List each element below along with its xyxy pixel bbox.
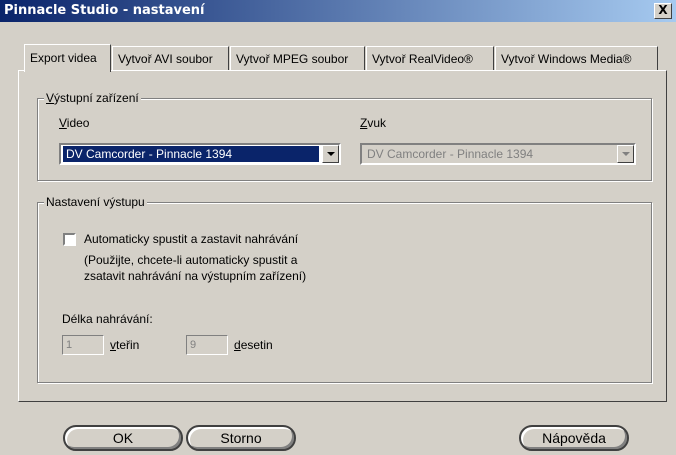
record-length-label: Délka nahrávání: (62, 312, 153, 326)
tab-vytvor-avi[interactable]: Vytvoř AVI soubor (112, 46, 229, 70)
window-title: Pinnacle Studio - nastavení (4, 3, 205, 18)
auto-record-hint-line2: zsatavit nahrávání na výstupním zařízení… (84, 269, 307, 283)
output-settings-legend: Nastavení výstupu (44, 195, 147, 209)
auto-record-hint-line1: (Použijte, chcete-li automaticky spustit… (84, 253, 298, 267)
tab-label: Vytvoř RealVideo® (372, 52, 473, 66)
output-device-legend: Výstupní zařízení (44, 91, 141, 105)
seconds-input[interactable]: 1 (62, 335, 104, 355)
audio-device-value: DV Camcorder - Pinnacle 1394 (367, 147, 534, 161)
tab-vytvor-mpeg[interactable]: Vytvoř MPEG soubor (230, 46, 365, 70)
settings-dialog: Pinnacle Studio - nastavení X Export vid… (0, 0, 676, 455)
audio-label: Zvuk (360, 116, 387, 130)
seconds-label: vteřin (110, 338, 140, 352)
tab-vytvor-realvideo[interactable]: Vytvoř RealVideo® (366, 46, 494, 70)
tab-panel-export-videa: Výstupní zařízení Video DV Camcorder - P… (18, 70, 667, 402)
tab-label: Vytvoř MPEG soubor (236, 52, 349, 66)
output-settings-group: Nastavení výstupu Automaticky spustit a … (37, 195, 652, 383)
tab-vytvor-windows-media[interactable]: Vytvoř Windows Media® (495, 46, 658, 70)
tenths-input[interactable]: 9 (186, 335, 228, 355)
tab-label: Export videa (30, 51, 97, 65)
close-button[interactable]: X (654, 3, 672, 19)
video-device-select[interactable]: DV Camcorder - Pinnacle 1394 (59, 143, 341, 165)
chevron-down-icon[interactable] (617, 145, 634, 163)
auto-record-checkbox[interactable] (63, 233, 76, 246)
ok-button[interactable]: OK (63, 425, 183, 451)
auto-record-label[interactable]: Automaticky spustit a zastavit nahrávání (84, 232, 298, 246)
tab-label: Vytvoř AVI soubor (118, 52, 213, 66)
tab-export-videa[interactable]: Export videa (24, 44, 111, 72)
chevron-down-icon[interactable] (322, 145, 339, 163)
title-bar[interactable]: Pinnacle Studio - nastavení X (0, 0, 676, 22)
video-label: Video (59, 116, 90, 130)
cancel-button[interactable]: Storno (186, 425, 296, 451)
tenths-label: desetin (234, 338, 273, 352)
help-button[interactable]: Nápověda (519, 425, 629, 451)
tab-label: Vytvoř Windows Media® (501, 52, 632, 66)
output-device-group: Výstupní zařízení Video DV Camcorder - P… (37, 91, 652, 181)
audio-device-select[interactable]: DV Camcorder - Pinnacle 1394 (360, 143, 636, 165)
video-device-value: DV Camcorder - Pinnacle 1394 (63, 146, 319, 162)
